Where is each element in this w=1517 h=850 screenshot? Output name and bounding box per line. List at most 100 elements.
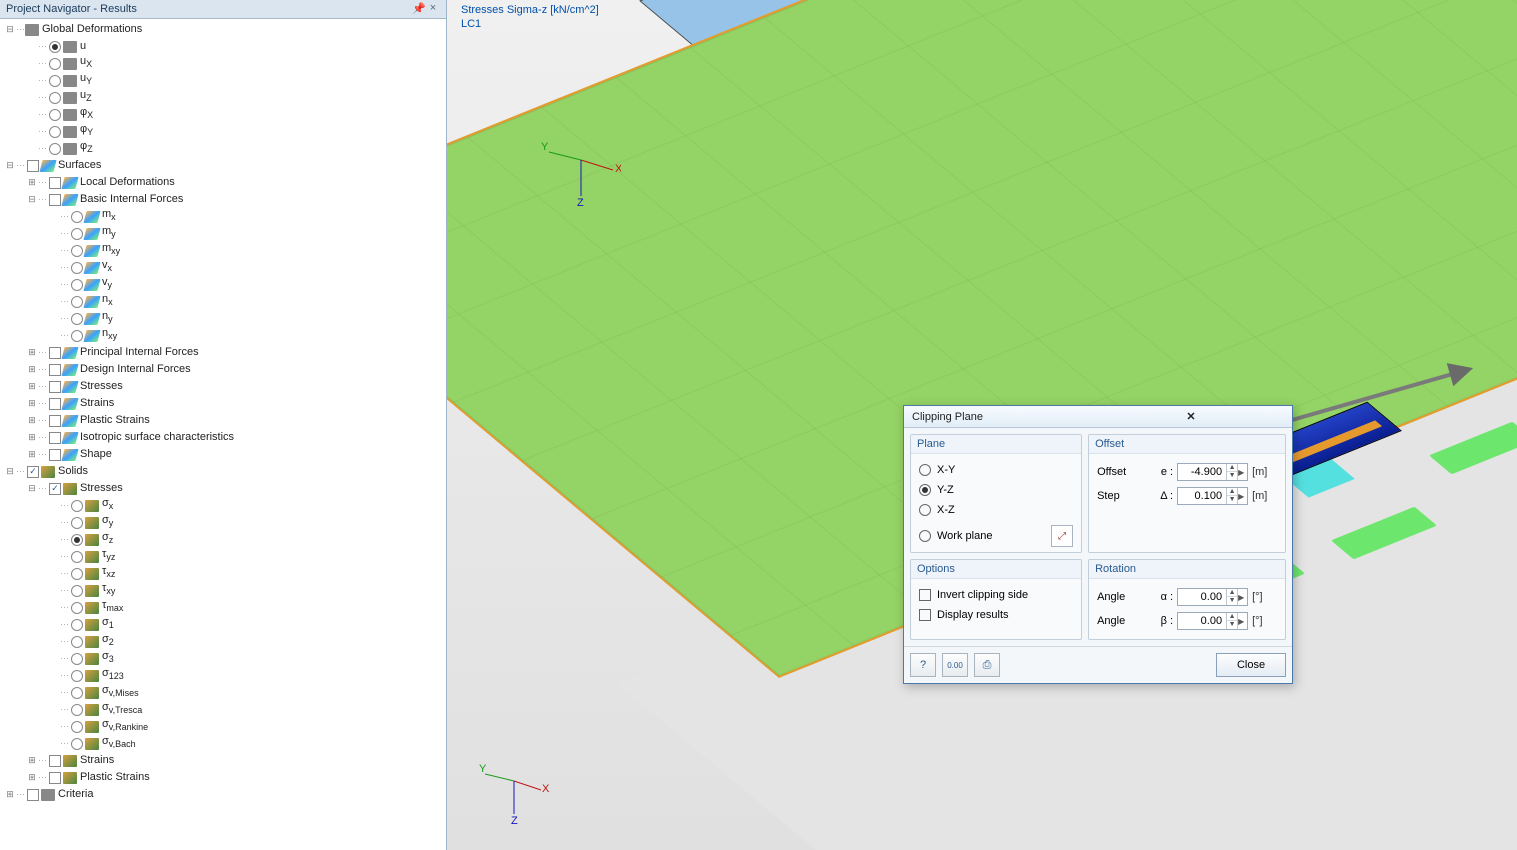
radio[interactable] <box>71 568 83 580</box>
tree-item[interactable]: ⊞⋯Plastic Strains <box>0 412 446 429</box>
checkbox[interactable] <box>49 381 61 393</box>
checkbox[interactable] <box>49 449 61 461</box>
radio[interactable] <box>71 551 83 563</box>
tree-item[interactable]: ⋯σ1 <box>0 616 446 633</box>
checkbox[interactable] <box>49 364 61 376</box>
radio[interactable] <box>71 704 83 716</box>
expand-icon[interactable]: ⊞ <box>26 395 38 412</box>
step-next-icon[interactable]: ▶ <box>1237 613 1247 629</box>
tree-item[interactable]: ⊟⋯✓Solids <box>0 463 446 480</box>
tree-item[interactable]: ⋯τmax <box>0 599 446 616</box>
tree-item[interactable]: ⋯vx <box>0 259 446 276</box>
expand-icon[interactable]: ⊞ <box>26 752 38 769</box>
tree-item[interactable]: ⊞⋯Stresses <box>0 378 446 395</box>
radio[interactable] <box>49 41 61 53</box>
radio[interactable] <box>71 330 83 342</box>
tree-item[interactable]: ⋯σ123 <box>0 667 446 684</box>
radio[interactable] <box>71 738 83 750</box>
radio-yz[interactable]: Y-Z <box>919 480 1073 500</box>
tree-item[interactable]: ⋯σ3 <box>0 650 446 667</box>
tree-item[interactable]: ⊞⋯Shape <box>0 446 446 463</box>
tree-item[interactable]: ⊞⋯Principal Internal Forces <box>0 344 446 361</box>
collapse-icon[interactable]: ⊟ <box>26 191 38 208</box>
step-spinner[interactable]: ▲▼ ▶ <box>1177 487 1248 505</box>
offset-input[interactable] <box>1178 464 1226 480</box>
offset-spinner[interactable]: ▲▼ ▶ <box>1177 463 1248 481</box>
radio[interactable] <box>71 585 83 597</box>
alpha-input[interactable] <box>1178 589 1226 605</box>
checkbox[interactable] <box>49 772 61 784</box>
tree-item[interactable]: ⋯σv,Rankine <box>0 718 446 735</box>
results-tree[interactable]: ⊟⋯Global Deformations⋯u⋯uX⋯uY⋯uZ⋯φX⋯φY⋯φ… <box>0 19 446 850</box>
spin-up-icon[interactable]: ▲ <box>1227 589 1237 597</box>
export-button[interactable]: ⎙ <box>974 653 1000 677</box>
beta-spinner[interactable]: ▲▼ ▶ <box>1177 612 1248 630</box>
radio-workplane[interactable]: Work plane ⤢ <box>919 526 1073 546</box>
close-icon[interactable]: × <box>426 2 440 16</box>
expand-icon[interactable]: ⊞ <box>26 446 38 463</box>
tree-item[interactable]: ⊞⋯Local Deformations <box>0 174 446 191</box>
checkbox-invert[interactable]: Invert clipping side <box>919 585 1073 605</box>
checkbox[interactable] <box>49 432 61 444</box>
checkbox[interactable] <box>49 177 61 189</box>
expand-icon[interactable]: ⊞ <box>26 769 38 786</box>
expand-icon[interactable]: ⊞ <box>26 412 38 429</box>
spin-down-icon[interactable]: ▼ <box>1227 472 1237 480</box>
close-button[interactable]: Close <box>1216 653 1286 677</box>
tree-item[interactable]: ⊟⋯Surfaces <box>0 157 446 174</box>
radio[interactable] <box>71 687 83 699</box>
radio[interactable] <box>71 517 83 529</box>
checkbox[interactable] <box>49 194 61 206</box>
radio[interactable] <box>71 619 83 631</box>
expand-icon[interactable]: ⊞ <box>26 174 38 191</box>
spin-down-icon[interactable]: ▼ <box>1227 597 1237 605</box>
tree-item[interactable]: ⊞⋯Strains <box>0 395 446 412</box>
step-next-icon[interactable]: ▶ <box>1237 464 1247 480</box>
radio[interactable] <box>71 721 83 733</box>
checkbox[interactable]: ✓ <box>27 466 39 478</box>
tree-item[interactable]: ⋯σy <box>0 514 446 531</box>
radio[interactable] <box>71 228 83 240</box>
tree-item[interactable]: ⋯nx <box>0 293 446 310</box>
tree-item[interactable]: ⋯σz <box>0 531 446 548</box>
spin-down-icon[interactable]: ▼ <box>1227 496 1237 504</box>
pin-icon[interactable]: 📌 <box>412 2 426 16</box>
tree-item[interactable]: ⊞⋯Criteria <box>0 786 446 803</box>
expand-icon[interactable]: ⊞ <box>26 361 38 378</box>
collapse-icon[interactable]: ⊟ <box>26 480 38 497</box>
radio[interactable] <box>49 58 61 70</box>
tree-item[interactable]: ⋯ny <box>0 310 446 327</box>
tree-item[interactable]: ⋯σ2 <box>0 633 446 650</box>
calc-button[interactable]: 0.00 <box>942 653 968 677</box>
tree-item[interactable]: ⋯φZ <box>0 140 446 157</box>
radio[interactable] <box>49 143 61 155</box>
spin-down-icon[interactable]: ▼ <box>1227 621 1237 629</box>
checkbox[interactable]: ✓ <box>49 483 61 495</box>
tree-item[interactable]: ⋯σx <box>0 497 446 514</box>
expand-icon[interactable]: ⊞ <box>26 378 38 395</box>
collapse-icon[interactable]: ⊟ <box>4 157 16 174</box>
checkbox[interactable] <box>49 755 61 767</box>
checkbox[interactable] <box>49 415 61 427</box>
dialog-close-icon[interactable]: ✕ <box>1098 410 1284 423</box>
viewport-3d[interactable]: Stresses Sigma-z [kN/cm^2] LC1 X Y Z X Y… <box>447 0 1517 850</box>
tree-item[interactable]: ⊞⋯Strains <box>0 752 446 769</box>
radio[interactable] <box>71 211 83 223</box>
collapse-icon[interactable]: ⊟ <box>4 463 16 480</box>
radio[interactable] <box>71 670 83 682</box>
expand-icon[interactable]: ⊞ <box>26 429 38 446</box>
spin-up-icon[interactable]: ▲ <box>1227 613 1237 621</box>
tree-item[interactable]: ⋯τxz <box>0 565 446 582</box>
tree-item[interactable]: ⋯u <box>0 38 446 55</box>
tree-item[interactable]: ⋯σv,Bach <box>0 735 446 752</box>
radio[interactable] <box>71 636 83 648</box>
radio-xz[interactable]: X-Z <box>919 500 1073 520</box>
tree-item[interactable]: ⋯uY <box>0 72 446 89</box>
beta-input[interactable] <box>1178 613 1226 629</box>
step-next-icon[interactable]: ▶ <box>1237 589 1247 605</box>
tree-item[interactable]: ⋯uZ <box>0 89 446 106</box>
tree-item[interactable]: ⊞⋯Plastic Strains <box>0 769 446 786</box>
radio[interactable] <box>71 500 83 512</box>
radio[interactable] <box>71 262 83 274</box>
tree-item[interactable]: ⋯φY <box>0 123 446 140</box>
